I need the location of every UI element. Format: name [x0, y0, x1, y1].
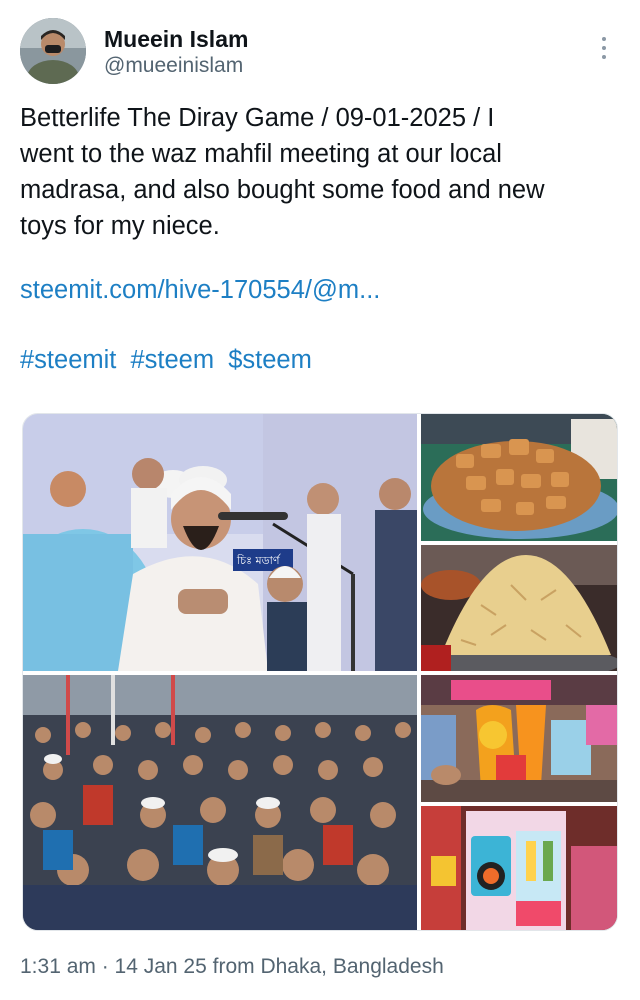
tweet-metadata: 1:31 am · 14 Jan 25 from Dhaka, Banglade…: [20, 955, 444, 978]
photo-toy-package[interactable]: [421, 806, 617, 930]
photo-toys[interactable]: [421, 675, 617, 802]
tweet-header: Mueein Islam @mueeinislam: [20, 18, 620, 88]
photo-grid: চিঃ মডার্ণ: [22, 413, 618, 931]
photo-crowd[interactable]: [23, 675, 417, 930]
tweet-text-line: went to the waz mahfil meeting at our lo…: [20, 140, 502, 168]
tweet-text-line: Betterlife The Diray Game / 09-01-2025 /…: [20, 104, 495, 132]
hashtag-steem[interactable]: #steem: [130, 346, 214, 374]
tweet-text-line: toys for my niece.: [20, 212, 220, 240]
avatar[interactable]: [20, 18, 86, 84]
tweet-text-line: madrasa, and also bought some food and n…: [20, 176, 545, 204]
photo-speaker[interactable]: চিঃ মডার্ণ: [23, 414, 417, 671]
svg-text:চিঃ মডার্ণ: চিঃ মডার্ণ: [236, 554, 282, 567]
tweet-text: Betterlife The Diray Game / 09-01-2025 /…: [20, 100, 620, 244]
display-name[interactable]: Mueein Islam: [104, 26, 248, 53]
cashtag-steem[interactable]: $steem: [228, 346, 312, 374]
user-handle[interactable]: @mueeinislam: [104, 54, 243, 78]
tweet-link[interactable]: steemit.com/hive-170554/@m...: [20, 276, 380, 305]
hashtag-steemit[interactable]: #steemit: [20, 346, 116, 374]
photo-sweets[interactable]: [421, 414, 617, 541]
more-vertical-icon[interactable]: [594, 32, 614, 66]
photo-snacks[interactable]: [421, 545, 617, 671]
hashtags: #steemit #steem $steem: [20, 346, 319, 375]
